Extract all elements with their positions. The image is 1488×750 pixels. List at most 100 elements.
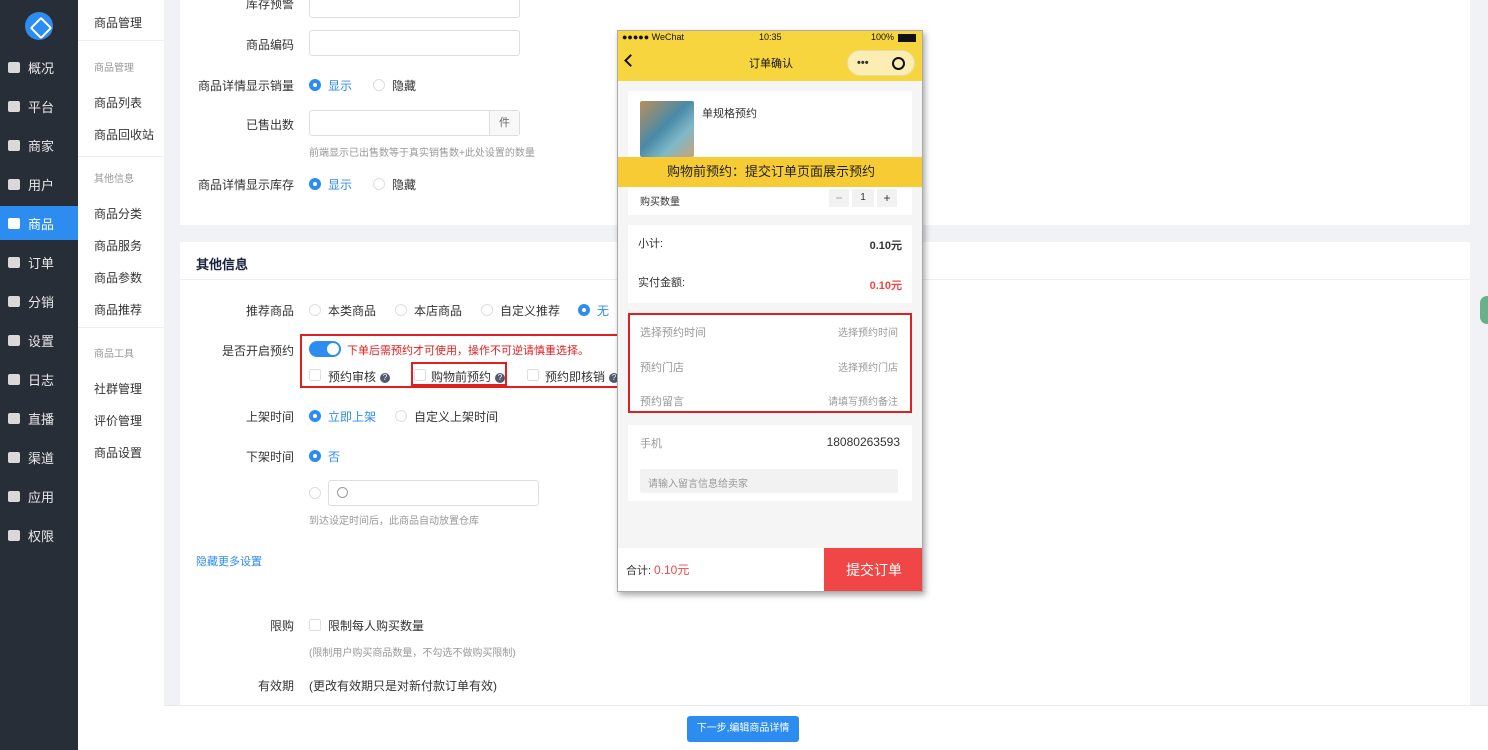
submenu-item-settings[interactable]: 商品设置 xyxy=(94,444,142,461)
shelf-off-radio-no[interactable] xyxy=(309,450,321,462)
recommend-radio-category[interactable] xyxy=(309,304,321,316)
nav-item-label: 订单 xyxy=(28,255,55,271)
submit-order-button[interactable]: 提交订单 xyxy=(824,548,922,591)
nav-item-platform[interactable]: 平台 xyxy=(0,89,78,123)
floating-side-tab[interactable] xyxy=(1480,296,1488,324)
message-input[interactable]: 请输入留言信息给卖家 xyxy=(640,469,898,493)
submenu-item-category[interactable]: 商品分类 xyxy=(94,205,142,222)
submenu-item-recycle[interactable]: 商品回收站 xyxy=(94,126,154,143)
shelf-on-label: 上架时间 xyxy=(245,410,294,424)
submenu-item-reviews[interactable]: 评价管理 xyxy=(94,412,142,429)
submenu-item-community[interactable]: 社群管理 xyxy=(94,380,142,397)
qty-minus-button[interactable]: − xyxy=(829,189,849,207)
divider xyxy=(78,327,164,328)
nav-item-channel[interactable]: 渠道 xyxy=(0,440,78,474)
phone-status-bar: ●●●●● WeChat 10:35 100% xyxy=(618,31,922,45)
more-dots-icon[interactable]: ••• xyxy=(857,57,869,69)
nav-item-settings[interactable]: 设置 xyxy=(0,323,78,357)
limit-checkbox[interactable] xyxy=(309,619,321,631)
sold-count-label: 已售出数 xyxy=(245,118,294,132)
help-icon[interactable]: ? xyxy=(495,372,506,383)
shelf-on-radio-now[interactable] xyxy=(309,410,321,422)
reserve-note-input[interactable]: 请填写预约备注 xyxy=(828,393,898,408)
show-sales-label: 商品详情显示销量 xyxy=(197,79,294,93)
nav-item-product[interactable]: 商品 xyxy=(0,206,78,240)
carrier-text: ●●●●● WeChat xyxy=(622,32,685,42)
recommend-radio-none[interactable] xyxy=(578,304,590,316)
hide-more-settings-link[interactable]: 隐藏更多设置 xyxy=(196,553,262,569)
nav-item-label: 日志 xyxy=(28,372,55,388)
pre-purchase-checkbox[interactable] xyxy=(414,369,426,381)
order-icon xyxy=(8,256,20,268)
reserve-audit-checkbox[interactable] xyxy=(309,369,321,381)
valid-text: (更改有效期只是对新付款订单有效) xyxy=(309,679,497,693)
platform-icon xyxy=(8,100,20,112)
nav-item-log[interactable]: 日志 xyxy=(0,362,78,396)
shelf-on-now-text: 立即上架 xyxy=(328,410,377,424)
qty-label: 购买数量 xyxy=(640,197,680,208)
sold-count-input[interactable]: 件 xyxy=(309,110,520,136)
nav-item-label: 渠道 xyxy=(28,450,55,466)
submenu-item-params[interactable]: 商品参数 xyxy=(94,269,142,286)
nav-item-order[interactable]: 订单 xyxy=(0,245,78,279)
reserve-audit-text: 预约审核 xyxy=(328,370,377,384)
stock-warning-input[interactable] xyxy=(309,0,520,18)
phone-value: 18080263593 xyxy=(826,435,900,449)
nav-item-label: 用户 xyxy=(28,177,55,193)
nav-item-app[interactable]: 应用 xyxy=(0,479,78,513)
recommend-radio-custom[interactable] xyxy=(481,304,493,316)
code-label: 商品编码 xyxy=(245,38,294,52)
shelf-off-hint: 到达设定时间后，此商品自动放置仓库 xyxy=(309,516,479,527)
product-icon xyxy=(8,217,20,229)
reserve-verify-checkbox[interactable] xyxy=(527,369,539,381)
submenu-title[interactable]: 商品管理 xyxy=(94,14,142,31)
submenu-item-product-list[interactable]: 商品列表 xyxy=(94,94,142,111)
reserve-toggle[interactable] xyxy=(309,341,341,357)
nav-item-merchant[interactable]: 商家 xyxy=(0,128,78,162)
nav-item-distribution[interactable]: 分销 xyxy=(0,284,78,318)
reserve-store-picker[interactable]: 选择预约门店 xyxy=(838,359,898,374)
help-icon[interactable]: ? xyxy=(380,372,391,383)
shelf-on-radio-custom[interactable] xyxy=(395,410,407,422)
shelf-off-no-text: 否 xyxy=(328,450,341,464)
show-stock-label: 商品详情显示库存 xyxy=(197,178,294,192)
recommend-radio-shop[interactable] xyxy=(395,304,407,316)
recommend-option-none: 无 xyxy=(597,304,610,318)
submenu-item-service[interactable]: 商品服务 xyxy=(94,237,142,254)
close-mini-icon[interactable] xyxy=(892,57,905,70)
submenu-item-recommend[interactable]: 商品推荐 xyxy=(94,301,142,318)
phone-label: 手机 xyxy=(640,438,662,450)
subtotal-label: 小计: xyxy=(638,238,664,250)
nav-item-user[interactable]: 用户 xyxy=(0,167,78,201)
qty-plus-button[interactable]: + xyxy=(877,189,897,207)
show-sales-radio-show[interactable] xyxy=(309,79,321,91)
shelf-off-radio-time[interactable] xyxy=(309,487,321,499)
nav-item-overview[interactable]: 概况 xyxy=(0,50,78,84)
settings-icon xyxy=(8,334,20,346)
submenu-group-title: 其他信息 xyxy=(94,174,134,185)
nav-item-permission[interactable]: 权限 xyxy=(0,518,78,552)
clock-icon xyxy=(337,487,348,498)
product-code-input[interactable] xyxy=(309,30,520,56)
shelf-off-label: 下架时间 xyxy=(245,450,294,464)
permission-icon xyxy=(8,529,20,541)
show-stock-hide-text: 隐藏 xyxy=(392,178,417,192)
capsule-menu[interactable]: ••• xyxy=(847,50,915,76)
show-stock-radio-hide[interactable] xyxy=(373,178,385,190)
show-sales-radio-hide[interactable] xyxy=(373,79,385,91)
divider xyxy=(78,40,164,41)
sold-unit-addon: 件 xyxy=(489,111,519,135)
amount-card: 小计: 0.10元 实付金额: 0.10元 xyxy=(628,225,912,303)
shelf-off-datetime-input[interactable] xyxy=(328,480,539,506)
recommend-label: 推荐商品 xyxy=(245,304,294,318)
nav-item-live[interactable]: 直播 xyxy=(0,401,78,435)
pay-value: 0.10元 xyxy=(869,280,902,292)
main-nav: 概况平台商家用户商品订单分销设置日志直播渠道应用权限 xyxy=(0,0,78,750)
total-value: 0.10元 xyxy=(654,563,690,577)
show-stock-radio-show[interactable] xyxy=(309,178,321,190)
footer-bar: 下一步,编辑商品详情 xyxy=(164,705,1488,750)
reserve-time-picker[interactable]: 选择预约时间 xyxy=(838,324,898,339)
next-step-button[interactable]: 下一步,编辑商品详情 xyxy=(687,716,799,742)
nav-item-label: 概况 xyxy=(28,60,55,76)
qty-value[interactable]: 1 xyxy=(852,189,874,207)
